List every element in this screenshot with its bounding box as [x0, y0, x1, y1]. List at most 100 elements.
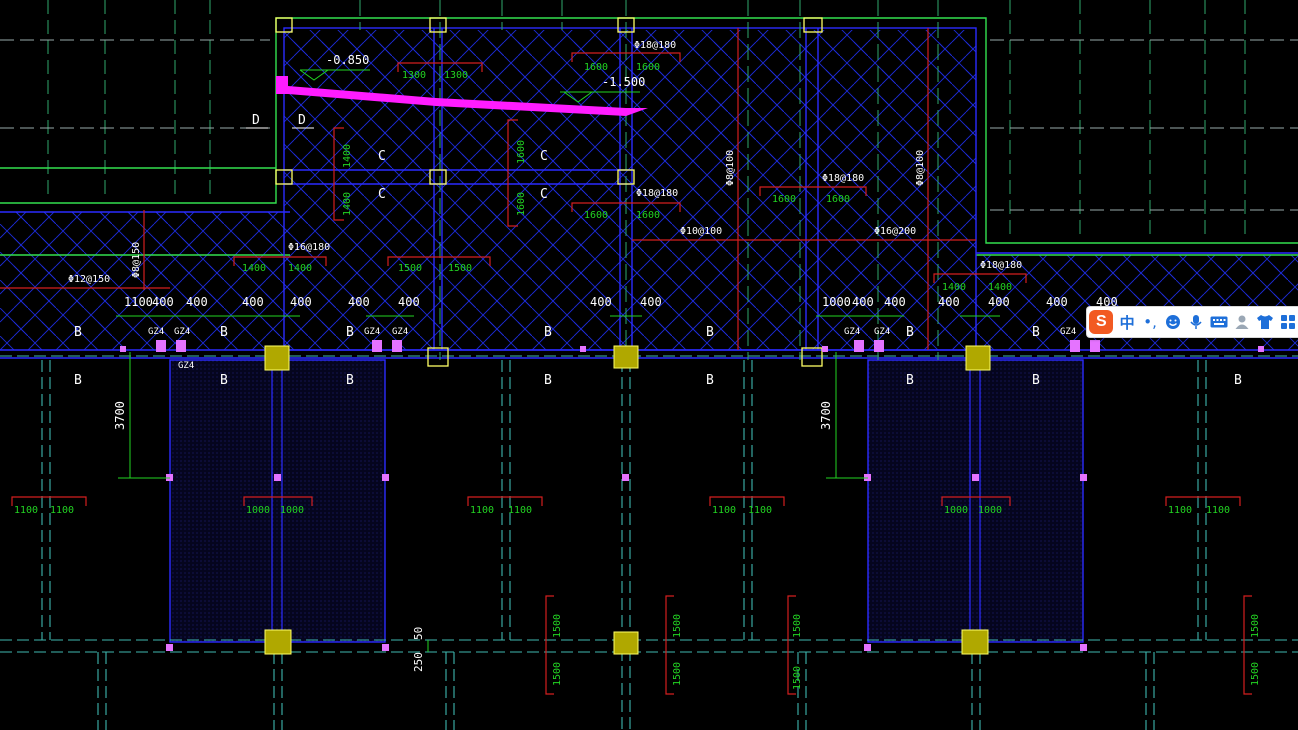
svg-text:1600: 1600 [516, 140, 527, 164]
cad-drawing-canvas[interactable]: -0.850 -1.500 D D C C C C Φ18@180 Φ18@18… [0, 0, 1298, 730]
svg-text:1400: 1400 [242, 263, 266, 274]
svg-text:GZ4: GZ4 [174, 327, 190, 337]
svg-text:1600: 1600 [584, 62, 608, 73]
svg-text:GZ4: GZ4 [874, 327, 890, 337]
svg-text:1400: 1400 [288, 263, 312, 274]
svg-text:B: B [906, 373, 914, 388]
rebar-label: Φ18@180 [636, 188, 678, 199]
svg-text:1100: 1100 [748, 505, 772, 516]
svg-text:1100: 1100 [508, 505, 532, 516]
svg-text:1600: 1600 [826, 194, 850, 205]
emoji-icon[interactable] [1162, 308, 1185, 336]
svg-text:GZ4: GZ4 [844, 327, 860, 337]
rebar-label: Φ16@200 [874, 226, 916, 237]
keyboard-icon[interactable] [1207, 308, 1230, 336]
svg-text:1600: 1600 [636, 62, 660, 73]
svg-text:1500: 1500 [1250, 614, 1261, 638]
svg-text:1300: 1300 [444, 70, 468, 81]
svg-text:1100: 1100 [712, 505, 736, 516]
svg-text:1500: 1500 [398, 263, 422, 274]
svg-text:50: 50 [412, 627, 425, 640]
svg-text:1500: 1500 [672, 662, 683, 686]
section-mark: C [378, 149, 386, 164]
svg-text:1100: 1100 [1168, 505, 1192, 516]
rebar-label-vertical: Φ8@150 [131, 242, 142, 278]
svg-text:B: B [220, 325, 228, 340]
svg-text:1500: 1500 [552, 614, 563, 638]
svg-text:B: B [1032, 325, 1040, 340]
svg-text:1600: 1600 [772, 194, 796, 205]
svg-text:1500: 1500 [1250, 662, 1261, 686]
svg-text:1400: 1400 [988, 282, 1012, 293]
svg-text:3700: 3700 [113, 401, 127, 430]
rebar-label: Φ12@150 [68, 274, 110, 285]
svg-text:400: 400 [398, 295, 420, 309]
svg-text:GZ4: GZ4 [148, 327, 164, 337]
rebar-label: Φ16@180 [288, 242, 330, 253]
svg-text:B: B [74, 373, 82, 388]
svg-text:B: B [1234, 373, 1242, 388]
section-mark: C [378, 187, 386, 202]
svg-text:3700: 3700 [819, 401, 833, 430]
svg-text:1600: 1600 [636, 210, 660, 221]
svg-text:1000: 1000 [280, 505, 304, 516]
user-icon[interactable] [1230, 308, 1253, 336]
svg-text:400: 400 [852, 295, 874, 309]
svg-text:1400: 1400 [342, 192, 353, 216]
rebar-label: Φ10@100 [680, 226, 722, 237]
rebar-label-vertical: Φ8@100 [915, 150, 926, 186]
svg-text:GZ4: GZ4 [178, 361, 194, 371]
rebar-label: Φ18@180 [634, 40, 676, 51]
ime-toolbar[interactable]: S 中 •, [1086, 306, 1298, 338]
svg-text:400: 400 [290, 295, 312, 309]
svg-text:400: 400 [186, 295, 208, 309]
svg-text:GZ4: GZ4 [364, 327, 380, 337]
svg-text:1300: 1300 [402, 70, 426, 81]
svg-text:1000: 1000 [822, 295, 851, 309]
svg-text:B: B [706, 325, 714, 340]
svg-text:GZ4: GZ4 [1060, 327, 1076, 337]
rebar-label: Φ18@180 [980, 260, 1022, 271]
ime-punctuation-toggle[interactable]: •, [1139, 308, 1162, 336]
svg-text:1400: 1400 [342, 144, 353, 168]
svg-text:1500: 1500 [792, 614, 803, 638]
svg-text:1100: 1100 [1206, 505, 1230, 516]
section-mark: D [252, 113, 260, 128]
tshirt-icon[interactable] [1253, 308, 1276, 336]
svg-text:1500: 1500 [792, 666, 803, 690]
svg-text:400: 400 [640, 295, 662, 309]
ime-language-toggle[interactable]: 中 [1116, 308, 1139, 336]
section-mark: C [540, 149, 548, 164]
svg-text:250: 250 [412, 652, 425, 672]
svg-text:400: 400 [1046, 295, 1068, 309]
svg-text:1100: 1100 [124, 295, 153, 309]
elevation-label: -1.500 [602, 75, 645, 89]
svg-text:B: B [906, 325, 914, 340]
svg-text:B: B [346, 373, 354, 388]
ime-logo[interactable]: S [1087, 307, 1116, 337]
svg-text:400: 400 [988, 295, 1010, 309]
svg-text:1100: 1100 [50, 505, 74, 516]
svg-text:1500: 1500 [672, 614, 683, 638]
apps-grid-icon[interactable] [1276, 308, 1298, 336]
svg-text:B: B [544, 325, 552, 340]
svg-text:B: B [220, 373, 228, 388]
svg-text:B: B [346, 325, 354, 340]
svg-text:1100: 1100 [470, 505, 494, 516]
svg-text:GZ4: GZ4 [392, 327, 408, 337]
svg-text:B: B [74, 325, 82, 340]
microphone-icon[interactable] [1184, 308, 1207, 336]
elevation-label: -0.850 [326, 53, 369, 67]
rebar-label-vertical: Φ8@100 [725, 150, 736, 186]
svg-text:1000: 1000 [246, 505, 270, 516]
svg-text:1600: 1600 [516, 192, 527, 216]
svg-text:1500: 1500 [448, 263, 472, 274]
svg-text:1600: 1600 [584, 210, 608, 221]
svg-text:B: B [544, 373, 552, 388]
svg-text:1000: 1000 [944, 505, 968, 516]
svg-text:1500: 1500 [552, 662, 563, 686]
svg-text:400: 400 [938, 295, 960, 309]
svg-text:1400: 1400 [942, 282, 966, 293]
section-mark: D [298, 113, 306, 128]
svg-text:400: 400 [884, 295, 906, 309]
